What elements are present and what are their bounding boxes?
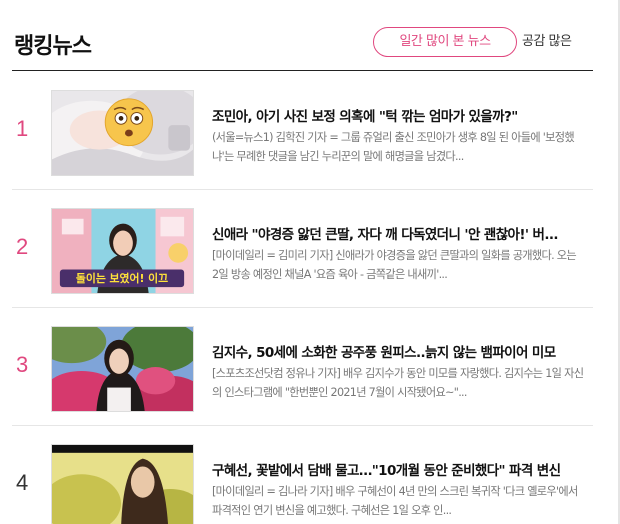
article-summary[interactable]: [마이데일리 = 김미리 기자] 신애라가 야경증을 앓던 큰딸과의 일화를 공… <box>212 246 584 284</box>
ranking-news-list: 1 조민아, 아기 사진 보정 의혹에 "턱 깎는 엄마가 있을까?" (서울=… <box>12 72 593 524</box>
ranking-header: 랭킹뉴스 일간 많이 본 뉴스 공감 많은 <box>12 0 593 71</box>
list-item[interactable]: 4 구혜선, 꽃밭에서 담배 물고…"10개월 동안 준비했다" 파격 변신 [… <box>12 426 593 524</box>
article-headline[interactable]: 신애라 "야경증 앓던 큰딸, 자다 깨 다독였더니 '안 괜찮아!' 버... <box>212 223 582 243</box>
tab-daily-most-viewed[interactable]: 일간 많이 본 뉴스 <box>373 27 517 57</box>
article-headline[interactable]: 김지수, 50세에 소화한 공주풍 원피스..늙지 않는 뱀파이어 미모 <box>212 341 582 361</box>
rank-number: 1 <box>16 116 29 141</box>
list-item[interactable]: 1 조민아, 아기 사진 보정 의혹에 "턱 깎는 엄마가 있을까?" (서울=… <box>12 72 593 190</box>
article-headline[interactable]: 조민아, 아기 사진 보정 의혹에 "턱 깎는 엄마가 있을까?" <box>212 105 582 125</box>
article-summary[interactable]: [스포츠조선닷컴 정유나 기자] 배우 김지수가 동안 미모를 자랑했다. 김지… <box>212 364 584 402</box>
article-summary[interactable]: (서울=뉴스1) 김학진 기자 = 그룹 쥬얼리 출신 조민아가 생후 8일 된… <box>212 128 584 166</box>
rank-number: 3 <box>16 352 29 377</box>
article-summary[interactable]: [마이데일리 = 김나라 기자] 배우 구혜선이 4년 만의 스크린 복귀작 '… <box>212 482 584 520</box>
thumbnail-caption: 돌이는 보였어! 이끄 <box>76 272 168 285</box>
list-item[interactable]: 2 돌이는 보였어! 이끄 신애라 "야경증 앓던 큰딸, 자다 깨 다독였더니… <box>12 190 593 308</box>
tab-most-reactions[interactable]: 공감 많은 <box>522 27 572 57</box>
face-with-open-mouth-emoji-icon <box>104 98 154 147</box>
article-headline[interactable]: 구혜선, 꽃밭에서 담배 물고…"10개월 동안 준비했다" 파격 변신 <box>212 459 582 479</box>
rank-number: 4 <box>16 470 29 495</box>
rank-number: 2 <box>16 234 29 259</box>
article-thumbnail[interactable]: 돌이는 보였어! 이끄 <box>51 208 194 294</box>
list-item[interactable]: 3 김지수, 50세에 소화한 공주풍 원피스..늙지 않는 뱀파이어 미모 [… <box>12 308 593 426</box>
article-thumbnail[interactable] <box>51 90 194 176</box>
article-thumbnail[interactable] <box>51 326 194 412</box>
article-thumbnail[interactable] <box>51 444 194 524</box>
section-title: 랭킹뉴스 <box>14 34 92 59</box>
